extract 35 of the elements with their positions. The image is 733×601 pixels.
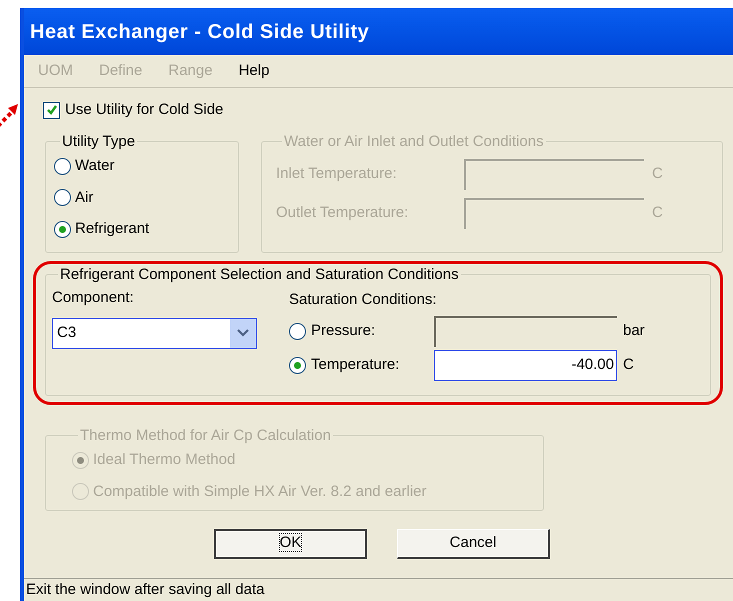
group-title: Refrigerant Component Selection and Saturation Conditions [60, 266, 459, 282]
radio-button[interactable] [54, 158, 71, 175]
radio-button[interactable] [289, 322, 306, 340]
field-label: Saturation Conditions: [289, 290, 438, 310]
radio-label: Water [75, 156, 114, 176]
menu-item[interactable]: Help [238, 60, 270, 82]
checkbox-label: Use Utility for Cold Side [65, 100, 224, 120]
radio-label: Pressure: [311, 320, 376, 341]
field-label: Component: [52, 288, 135, 308]
annotation-arrow [0, 102, 20, 128]
dropdown-value: C3 [56, 322, 78, 343]
unit-label: C [623, 354, 634, 375]
field-label: Inlet Temperature: [276, 164, 398, 184]
radio-button[interactable] [289, 356, 306, 374]
radio-label: Compatible with Simple HX Air Ver. 8.2 and earlier [93, 482, 426, 502]
dialog-button[interactable]: OK [214, 528, 367, 558]
field-label: Outlet Temperature: [276, 203, 410, 224]
group-title: Utility Type [62, 132, 136, 150]
input-field[interactable]: -40.00 [434, 350, 617, 380]
radio-label: Temperature: [311, 354, 400, 375]
dialog-button[interactable]: Cancel [397, 528, 550, 558]
radio-label: Air [75, 188, 94, 208]
unit-label: bar [623, 320, 645, 341]
radio-button[interactable] [54, 220, 71, 238]
window-title: Heat Exchanger - Cold Side Utility [30, 20, 370, 44]
radio-button[interactable] [54, 189, 71, 206]
group-title: Thermo Method for Air Cp Calculation [80, 426, 331, 444]
radio-label: Refrigerant [75, 219, 150, 239]
group-title: Water or Air Inlet and Outlet Conditions [284, 132, 544, 150]
radio-label: Ideal Thermo Method [93, 450, 236, 470]
status-bar-text: Exit the window after saving all data [26, 580, 264, 600]
checkbox[interactable] [43, 102, 60, 119]
component-dropdown[interactable]: C3 [52, 318, 257, 348]
unit-label: C [652, 203, 663, 224]
unit-label: C [652, 164, 663, 184]
